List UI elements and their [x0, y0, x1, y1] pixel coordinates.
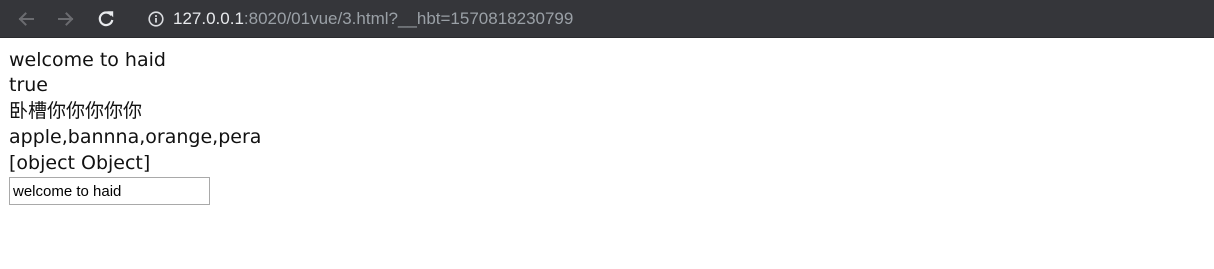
browser-toolbar: 127.0.0.1:8020/01vue/3.html?__hbt=157081… — [0, 0, 1214, 38]
info-icon[interactable] — [148, 11, 164, 27]
url-path: :8020/01vue/3.html?__hbt=1570818230799 — [243, 9, 574, 28]
boolean-text: true — [9, 74, 48, 96]
message-text: welcome to haid — [9, 49, 166, 71]
url-host: 127.0.0.1 — [173, 9, 244, 28]
back-button[interactable] — [11, 4, 41, 34]
reload-icon — [97, 10, 115, 28]
arrow-left-icon — [17, 10, 35, 28]
address-bar[interactable]: 127.0.0.1:8020/01vue/3.html?__hbt=157081… — [140, 3, 1206, 35]
chinese-text: 卧槽你你你你你 — [9, 100, 143, 122]
forward-button[interactable] — [51, 4, 81, 34]
message-input[interactable] — [9, 177, 210, 205]
url-text[interactable]: 127.0.0.1:8020/01vue/3.html?__hbt=157081… — [173, 9, 573, 29]
page-content: welcome to haid true 卧槽你你你你你 apple,bannn… — [0, 38, 1214, 205]
object-text: [object Object] — [9, 152, 151, 174]
reload-button[interactable] — [91, 4, 121, 34]
array-text: apple,bannna,orange,pera — [9, 126, 262, 148]
arrow-right-icon — [57, 10, 75, 28]
